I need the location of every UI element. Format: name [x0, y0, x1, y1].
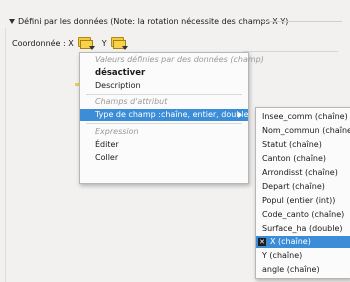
menu-item-paste[interactable]: Coller: [80, 152, 248, 164]
coordinate-x-label: Coordonnée : X: [12, 38, 74, 48]
data-defined-y-icon[interactable]: [110, 36, 128, 50]
field-item-popul[interactable]: Popul (entier (int)): [256, 195, 350, 207]
menu-separator: [86, 123, 242, 124]
menu-header-expression: Expression: [95, 127, 139, 136]
menu-separator: [86, 94, 242, 95]
field-item-canton[interactable]: Canton (chaîne): [256, 153, 350, 165]
menu-item-edit[interactable]: Éditer: [80, 139, 248, 151]
field-item-statut[interactable]: Statut (chaîne): [256, 139, 350, 151]
group-divider: [260, 21, 342, 22]
menu-item-field-type-label: Type de champ :chaîne, entier, double: [95, 110, 249, 119]
field-item-y[interactable]: Y (chaîne): [256, 250, 350, 262]
menu-header-data-defined: Valeurs définies par des données (champ): [95, 55, 264, 64]
data-defined-x-icon[interactable]: [77, 36, 95, 50]
field-item-x[interactable]: ✕ X (chaîne): [256, 236, 350, 248]
field-submenu: Insee_comm (chaîne) Nom_commun (chaîne) …: [255, 107, 350, 279]
group-border: [5, 28, 6, 282]
field-item-arrondisst[interactable]: Arrondisst (chaîne): [256, 167, 350, 179]
data-defined-context-menu: Valeurs définies par des données (champ)…: [79, 52, 264, 184]
menu-header-attribute-fields: Champs d'attribut: [95, 97, 168, 106]
field-item-nom-commun[interactable]: Nom_commun (chaîne): [256, 125, 350, 137]
menu-item-description[interactable]: Description: [80, 80, 248, 92]
coordinate-row: Coordonnée : X Y: [12, 34, 128, 52]
menu-item-field-type[interactable]: Type de champ :chaîne, entier, double: [80, 109, 249, 121]
field-item-surface-ha[interactable]: Surface_ha (double): [256, 223, 350, 235]
field-item-x-label: X (chaîne): [270, 237, 311, 246]
group-header[interactable]: Défini par les données (Note: la rotatio…: [9, 14, 288, 28]
checked-icon: ✕: [258, 238, 266, 246]
background-field-border: [243, 51, 338, 52]
field-item-insee-comm[interactable]: Insee_comm (chaîne): [256, 111, 350, 123]
menu-item-deactivate[interactable]: désactiver: [80, 67, 248, 79]
group-title: Défini par les données (Note: la rotatio…: [18, 16, 289, 26]
field-item-depart[interactable]: Depart (chaîne): [256, 181, 350, 193]
coordinate-y-label: Y: [101, 38, 107, 48]
collapse-triangle-icon[interactable]: [9, 18, 15, 24]
submenu-arrow-icon: [238, 112, 242, 118]
field-item-code-canto[interactable]: Code_canto (chaîne): [256, 209, 350, 221]
field-item-angle[interactable]: angle (chaîne): [256, 264, 350, 276]
